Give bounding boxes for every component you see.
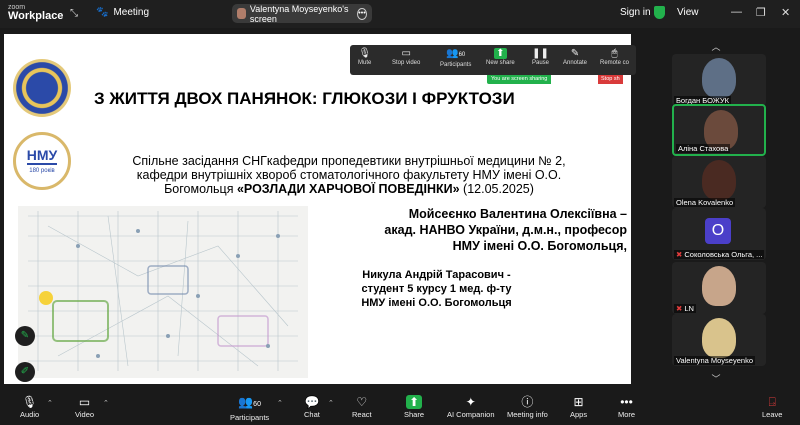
- pause-share-button[interactable]: ❚❚ Pause: [532, 47, 549, 66]
- pause-icon: ❚❚: [532, 48, 549, 59]
- participants-icon: 👥: [238, 395, 254, 409]
- video-tile[interactable]: О ✖ Соколовська Ольга, ...: [672, 208, 766, 260]
- video-tile[interactable]: Valentyna Moyseyenko: [672, 314, 766, 366]
- chat-icon: 💬: [304, 395, 320, 409]
- video-tile-active-speaker[interactable]: Аліна Стахова: [672, 104, 766, 156]
- paw-icon: 🐾: [96, 7, 109, 18]
- info-icon: ⓘ: [521, 395, 534, 409]
- shield-icon[interactable]: [654, 6, 665, 19]
- video-options-chevron-icon[interactable]: ⌃: [103, 399, 109, 407]
- participants-icon: 👥: [446, 48, 459, 59]
- more-icon[interactable]: •••: [356, 7, 367, 20]
- participant-gallery: Богдан БОЖУК Аліна Стахова Olena Kovalen…: [636, 28, 800, 390]
- remote-control-button[interactable]: 🖱 Remote co: [600, 47, 629, 66]
- meeting-menu[interactable]: 🐾 Meeting: [96, 7, 149, 18]
- react-button[interactable]: ♡ React: [352, 394, 372, 419]
- meeting-controls: 🎙 Audio ⌃ ▭ Video ⌃ 👥60 Participants ⌃ 💬 Cha…: [0, 390, 800, 425]
- pencil-icon: ✎: [570, 48, 580, 59]
- metabolic-pathway-diagram: [18, 206, 308, 378]
- chat-button[interactable]: 💬 Chat: [304, 394, 320, 419]
- new-share-button[interactable]: ⬆ New share: [486, 47, 515, 66]
- nmu-logo-icon: НМУ 180 років: [13, 132, 71, 190]
- microphone-icon: 🎙: [21, 395, 38, 409]
- chevron-down-icon[interactable]: ﹀: [676, 372, 756, 385]
- participant-video: [702, 318, 736, 358]
- share-button[interactable]: ⬆ Share: [404, 394, 424, 419]
- title-bar: zoom Workplace ⤡ 🐾 Meeting Valentyna Moy…: [0, 0, 800, 28]
- share-toolbar: 🎙 Mute ▭ Stop video 👥60 Participants ⬆ New s…: [350, 45, 636, 75]
- sparkle-icon: ✦: [465, 395, 476, 409]
- avatar: [237, 8, 246, 19]
- maximize-icon[interactable]: ❐: [756, 6, 766, 19]
- avatar: О: [705, 218, 731, 244]
- chat-chevron-icon[interactable]: ⌃: [328, 399, 334, 407]
- video-tile[interactable]: Богдан БОЖУК: [672, 54, 766, 106]
- audio-options-chevron-icon[interactable]: ⌃: [47, 399, 53, 407]
- share-arrow-icon: ⬆: [494, 48, 507, 59]
- video-tile[interactable]: Olena Kovalenko: [672, 156, 766, 208]
- screen-sharing-banner: You are screen sharing: [487, 75, 552, 84]
- microphone-icon: 🎙: [358, 48, 372, 59]
- video-button[interactable]: ▭ Video: [75, 394, 94, 419]
- meeting-info-button[interactable]: ⓘ Meeting info: [507, 394, 548, 419]
- slide-subtitle: Спільне засідання СНГкафедри пропедевтик…: [132, 154, 566, 196]
- shared-screen: НМУ 180 років З ЖИТТЯ ДВОХ ПАНЯНОК: ГЛЮК…: [0, 28, 636, 390]
- stop-share-button[interactable]: Stop sh: [598, 75, 623, 84]
- stop-video-button[interactable]: ▭ Stop video: [392, 47, 420, 66]
- heart-icon: ♡: [356, 395, 368, 409]
- annotate-button[interactable]: ✎ Annotate: [563, 47, 587, 66]
- apps-icon: ⊞: [573, 395, 584, 409]
- participant-video: [702, 266, 736, 306]
- close-icon[interactable]: ✕: [781, 6, 790, 19]
- draw-icon[interactable]: ✐: [15, 362, 35, 382]
- more-button[interactable]: ••• More: [618, 394, 635, 419]
- more-icon: •••: [620, 395, 633, 409]
- zoom-logo: zoom Workplace: [8, 4, 64, 22]
- mouse-icon: 🖱: [611, 48, 618, 59]
- minimize-icon[interactable]: —: [731, 6, 742, 18]
- participants-button[interactable]: 👥60 Participants: [230, 394, 269, 422]
- audio-button[interactable]: 🎙 Audio: [20, 394, 39, 419]
- slide-title: З ЖИТТЯ ДВОХ ПАНЯНОК: ГЛЮКОЗИ І ФРУКТОЗИ: [94, 89, 515, 108]
- participant-video: [702, 58, 736, 98]
- leave-button[interactable]: ⍈ Leave: [762, 394, 782, 419]
- participants-button[interactable]: 👥60 Participants: [440, 47, 471, 68]
- annotate-pen-icon[interactable]: ✎: [15, 326, 35, 346]
- participant-video: [702, 160, 736, 200]
- participants-chevron-icon[interactable]: ⌃: [277, 399, 283, 407]
- expand-arrow-icon[interactable]: ⤡: [70, 8, 78, 19]
- author-primary: Мойсеєнко Валентина Олексіївна – акад. Н…: [384, 207, 627, 253]
- chevron-up-icon[interactable]: ︿: [676, 40, 756, 53]
- university-crest-icon: [13, 59, 71, 117]
- share-arrow-icon: ⬆: [405, 395, 423, 409]
- presentation-slide: НМУ 180 років З ЖИТТЯ ДВОХ ПАНЯНОК: ГЛЮК…: [4, 34, 631, 384]
- view-menu[interactable]: View: [677, 7, 699, 18]
- exit-door-icon: ⍈: [768, 395, 776, 409]
- video-tile[interactable]: ✖ LN: [672, 262, 766, 314]
- camera-icon: ▭: [78, 395, 91, 409]
- apps-button[interactable]: ⊞ Apps: [570, 394, 587, 419]
- author-secondary: Никула Андрій Тарасович - студент 5 курс…: [361, 269, 512, 309]
- screen-share-indicator[interactable]: Valentyna Moyseyenko's screen •••: [232, 4, 372, 24]
- sign-in-link[interactable]: Sign in: [620, 7, 651, 18]
- mute-button[interactable]: 🎙 Mute: [358, 47, 371, 66]
- ai-companion-button[interactable]: ✦ AI Companion: [447, 394, 495, 419]
- camera-icon: ▭: [401, 48, 411, 59]
